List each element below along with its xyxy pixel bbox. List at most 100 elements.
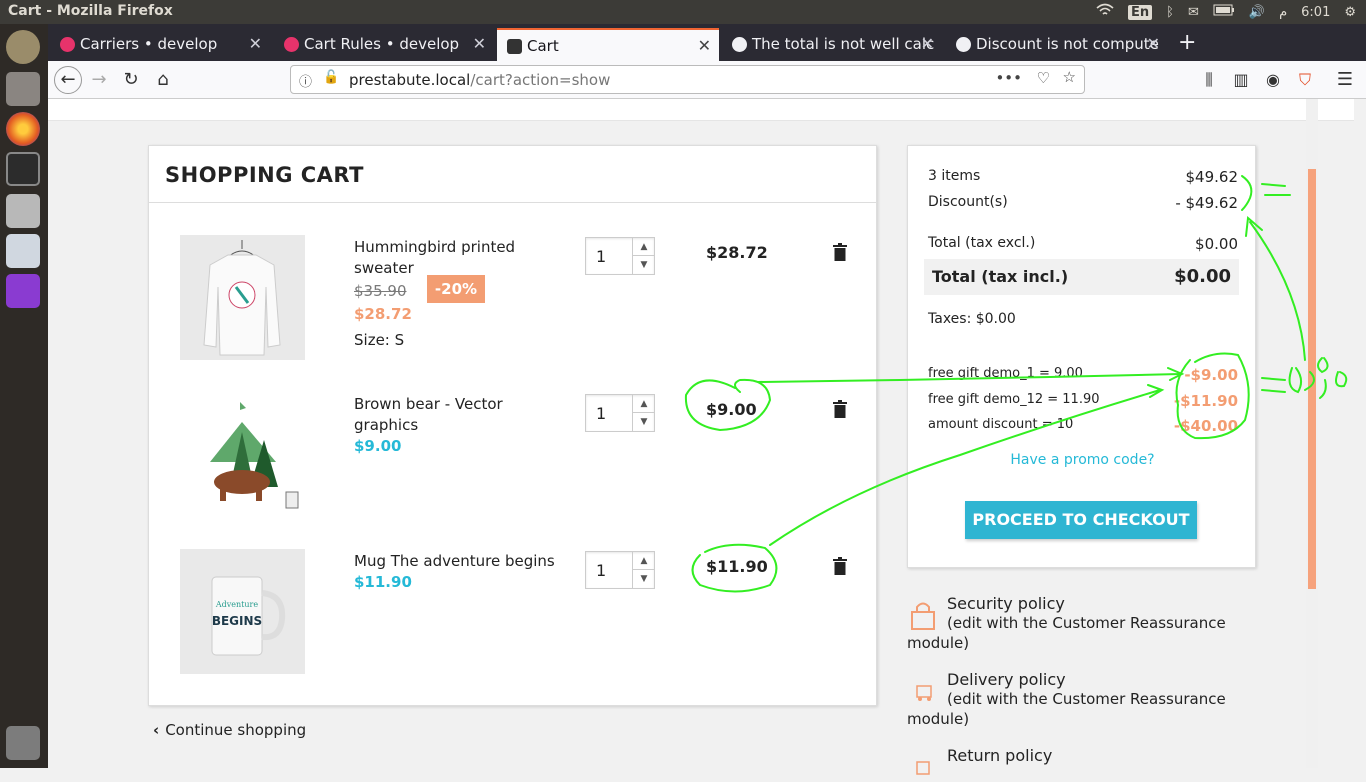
account-icon[interactable]: ◉ xyxy=(1260,67,1286,93)
bookmark-star-icon[interactable]: ☆ xyxy=(1063,68,1076,86)
reassurance-security: Security policy (edit with the Customer … xyxy=(907,594,1227,654)
new-tab-icon[interactable]: + xyxy=(1178,30,1196,55)
decrease-qty-button[interactable]: ▼ xyxy=(633,413,655,431)
mail-icon[interactable]: ✉ xyxy=(1188,5,1199,20)
phpstorm-icon[interactable] xyxy=(6,274,40,308)
increase-qty-button[interactable]: ▲ xyxy=(633,395,655,413)
url-host: prestabute.local xyxy=(349,71,471,89)
wifi-icon[interactable] xyxy=(1096,3,1114,21)
reload-icon[interactable]: ↻ xyxy=(118,67,144,93)
site-info-icon[interactable]: ⓘ xyxy=(299,71,312,90)
quantity-stepper[interactable]: 1 ▲ ▼ xyxy=(585,237,655,275)
chevron-left-icon: ‹ xyxy=(153,721,160,739)
product-name-link[interactable]: Brown bear - Vector graphics xyxy=(354,394,564,436)
files-icon[interactable] xyxy=(6,72,40,106)
delete-trash-icon[interactable] xyxy=(833,243,847,261)
svg-text:BEGINS: BEGINS xyxy=(212,614,262,628)
calculator-icon[interactable] xyxy=(6,194,40,228)
terminal-icon[interactable] xyxy=(6,152,40,186)
bluetooth-icon[interactable]: ᛒ xyxy=(1166,5,1174,20)
reassurance-subtitle: (edit with the Customer Reassurance xyxy=(947,690,1226,708)
pocket-icon[interactable]: ♡ xyxy=(1037,69,1050,87)
product-name-link[interactable]: Hummingbird printed sweater xyxy=(354,237,524,279)
clock[interactable]: 6:01 xyxy=(1301,5,1330,20)
quantity-value[interactable]: 1 xyxy=(596,404,606,423)
delivery-truck-icon xyxy=(916,685,932,701)
increase-qty-button[interactable]: ▲ xyxy=(633,238,655,256)
reassurance-subtitle-line2: module) xyxy=(907,634,970,652)
unity-launcher xyxy=(0,24,48,768)
product-info: Mug The adventure begins $11.90 xyxy=(354,551,564,593)
quantity-value[interactable]: 1 xyxy=(596,561,606,580)
quantity-stepper[interactable]: 1 ▲ ▼ xyxy=(585,394,655,432)
product-thumbnail-sweater[interactable] xyxy=(180,235,305,360)
close-tab-icon[interactable]: ✕ xyxy=(698,36,711,55)
forward-arrow-icon[interactable]: → xyxy=(86,67,112,93)
cart-line-item: Adventure BEGINS Mug The adventure begin… xyxy=(149,549,878,689)
text-editor-icon[interactable] xyxy=(6,234,40,268)
sidebar-icon[interactable]: ▥ xyxy=(1228,67,1254,93)
menu-hamburger-icon[interactable]: ☰ xyxy=(1332,67,1358,93)
os-top-bar: Cart - Mozilla Firefox En ᛒ ✉ 🔊 م 6:01 ⚙ xyxy=(0,0,1366,24)
close-tab-icon[interactable]: ✕ xyxy=(1147,34,1160,53)
increase-qty-button[interactable]: ▲ xyxy=(633,552,655,570)
svg-text:Adventure: Adventure xyxy=(215,600,258,609)
total-excl-value: $0.00 xyxy=(1195,235,1238,253)
brave-shield-icon[interactable]: ⛉ xyxy=(1292,67,1318,93)
back-arrow-icon[interactable]: ← xyxy=(54,66,82,94)
url-bar[interactable]: ⓘ 🔓 prestabute.local/cart?action=show ••… xyxy=(290,65,1085,94)
close-tab-icon[interactable]: ✕ xyxy=(249,34,262,53)
continue-shopping-link[interactable]: ‹ Continue shopping xyxy=(153,721,306,739)
continue-shopping-label: Continue shopping xyxy=(165,721,307,739)
summary-total-excl-row: Total (tax excl.) $0.00 xyxy=(928,235,1238,253)
insecure-lock-icon[interactable]: 🔓 xyxy=(323,70,339,85)
reassurance-delivery: Delivery policy (edit with the Customer … xyxy=(907,670,1227,730)
scrollbar-thumb[interactable] xyxy=(1308,169,1316,589)
cart-summary-panel: 3 items $49.62 Discount(s) - $49.62 Tota… xyxy=(907,145,1256,568)
product-size: Size: S xyxy=(354,331,405,349)
close-tab-icon[interactable]: ✕ xyxy=(921,34,934,53)
tab-github-issue-total[interactable]: The total is not well calc ✕ xyxy=(722,28,942,61)
product-name-link[interactable]: Mug The adventure begins xyxy=(354,551,564,572)
battery-icon[interactable] xyxy=(1213,4,1235,20)
trash-bin-icon[interactable] xyxy=(6,726,40,760)
product-thumbnail-bear[interactable] xyxy=(180,392,305,517)
page-content: SHOPPING CART Hummingbird printed sweate… xyxy=(48,99,1354,775)
proceed-to-checkout-button[interactable]: PROCEED TO CHECKOUT xyxy=(965,501,1197,539)
line-total: $9.00 xyxy=(706,400,757,419)
voucher-value: -$40.00 xyxy=(1173,417,1238,435)
discounts-value: - $49.62 xyxy=(1175,194,1238,212)
page-scrollbar[interactable] xyxy=(1306,99,1318,768)
promo-code-link[interactable]: Have a promo code? xyxy=(908,452,1257,468)
delete-trash-icon[interactable] xyxy=(833,557,847,575)
delete-trash-icon[interactable] xyxy=(833,400,847,418)
tab-cart-rules[interactable]: Cart Rules • develop ✕ xyxy=(274,28,494,61)
voucher-row: free gift demo_1 = 9.00 -$9.00 xyxy=(928,366,1238,384)
window-title: Cart - Mozilla Firefox xyxy=(8,3,173,19)
firefox-icon[interactable] xyxy=(6,112,40,146)
settings-gear-icon[interactable]: ⚙ xyxy=(1344,5,1356,20)
quantity-stepper[interactable]: 1 ▲ ▼ xyxy=(585,551,655,589)
line-total: $28.72 xyxy=(706,243,768,262)
decrease-qty-button[interactable]: ▼ xyxy=(633,256,655,274)
reassurance-subtitle: (edit with the Customer Reassurance xyxy=(947,614,1226,632)
decrease-qty-button[interactable]: ▼ xyxy=(633,570,655,588)
home-icon[interactable]: ⌂ xyxy=(150,67,176,93)
cart-line-item: Hummingbird printed sweater $35.90 $28.7… xyxy=(149,235,878,375)
keyboard-lang-indicator[interactable]: En xyxy=(1128,4,1153,20)
volume-icon[interactable]: 🔊 xyxy=(1249,5,1265,20)
product-thumbnail-mug[interactable]: Adventure BEGINS xyxy=(180,549,305,674)
close-tab-icon[interactable]: ✕ xyxy=(473,34,486,53)
summary-discounts-row: Discount(s) - $49.62 xyxy=(928,194,1238,212)
tab-github-issue-discount[interactable]: Discount is not compute ✕ xyxy=(946,28,1168,61)
browser-nav-bar: ← → ↻ ⌂ ⓘ 🔓 prestabute.local/cart?action… xyxy=(48,61,1366,99)
discounted-price: $28.72 xyxy=(354,305,412,323)
quantity-value[interactable]: 1 xyxy=(596,247,606,266)
cart-title: SHOPPING CART xyxy=(149,146,876,203)
tab-carriers[interactable]: Carriers • develop ✕ xyxy=(50,28,270,61)
tab-cart[interactable]: Cart ✕ xyxy=(497,28,719,61)
page-actions-icon[interactable]: ••• xyxy=(995,69,1022,87)
library-icon[interactable]: ⫼ xyxy=(1196,67,1222,93)
ubuntu-dash-icon[interactable] xyxy=(6,30,40,64)
product-price: $9.00 xyxy=(354,437,402,455)
